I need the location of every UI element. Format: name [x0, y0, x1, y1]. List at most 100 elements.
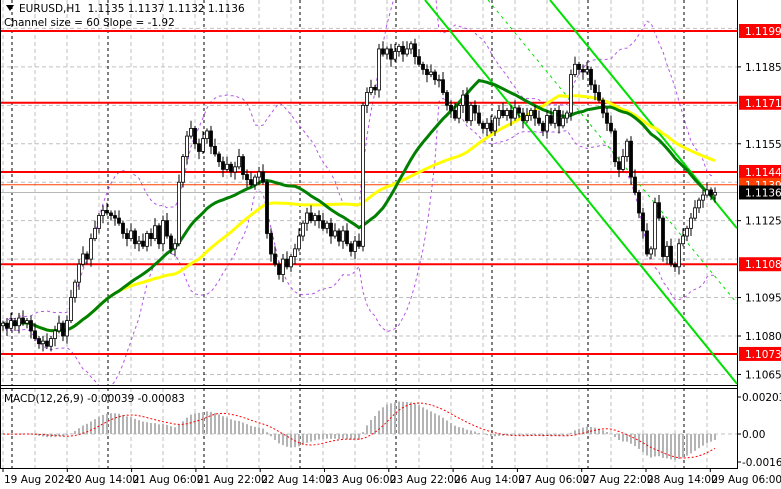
bear-candle-body	[421, 63, 425, 70]
macd-histogram-bar	[570, 432, 572, 434]
macd-histogram-bar	[362, 432, 364, 434]
bull-candle-body	[77, 263, 81, 283]
macd-histogram-bar	[66, 434, 68, 436]
candle	[569, 69, 573, 121]
macd-histogram-bar	[606, 432, 608, 434]
triangle-down-icon[interactable]	[6, 5, 14, 11]
macd-histogram-bar	[182, 421, 184, 434]
candle	[241, 154, 245, 180]
bull-candle-body	[677, 243, 681, 268]
bull-candle-body	[505, 110, 509, 116]
bull-candle-body	[181, 156, 185, 183]
candle	[497, 105, 501, 126]
bull-candle-body	[281, 258, 285, 275]
bear-candle-body	[285, 258, 289, 268]
bear-candle-body	[29, 320, 33, 332]
macd-histogram-bar	[518, 434, 520, 436]
candle	[141, 233, 145, 249]
bear-candle-body	[329, 222, 333, 237]
macd-histogram-bar	[494, 434, 496, 437]
macd-histogram-bar	[234, 420, 236, 434]
bear-candle-body	[401, 45, 405, 55]
bear-candle-body	[473, 104, 477, 114]
candle	[377, 43, 381, 98]
bear-candle-body	[557, 110, 561, 127]
candle	[653, 197, 657, 257]
candle	[525, 107, 529, 124]
bull-candle-body	[153, 225, 157, 240]
macd-histogram-bar	[426, 409, 428, 434]
bull-candle-body	[585, 69, 589, 73]
bull-candle-body	[569, 74, 573, 114]
bear-candle-body	[13, 320, 17, 327]
macd-histogram-bar	[218, 414, 220, 434]
bear-candle-body	[229, 163, 233, 173]
candle	[645, 223, 649, 257]
bear-candle-body	[593, 84, 597, 93]
candle	[81, 246, 85, 267]
bear-candle-body	[637, 192, 641, 214]
macd-histogram-bar	[310, 434, 312, 442]
candle	[117, 210, 121, 226]
candle	[677, 238, 681, 275]
bull-candle-body	[253, 176, 257, 186]
macd-histogram-bar	[446, 420, 448, 434]
macd-tick-label: -0.00163	[742, 457, 781, 469]
bull-candle-body	[469, 104, 473, 122]
candle	[609, 115, 613, 134]
candle	[693, 200, 697, 221]
macd-histogram-bar	[74, 431, 76, 434]
bear-candle-body	[33, 330, 37, 339]
bear-candle-body	[373, 86, 377, 91]
candle	[149, 228, 153, 247]
macd-histogram-bar	[262, 428, 264, 434]
candle	[625, 138, 629, 162]
macd-histogram-bar	[206, 411, 208, 434]
macd-histogram-bar	[450, 423, 452, 434]
bear-candle-body	[21, 317, 25, 324]
candle	[229, 161, 233, 178]
macd-histogram-bar	[178, 424, 180, 434]
candle	[213, 138, 217, 157]
candle	[305, 207, 309, 231]
candle	[109, 210, 113, 221]
macd-histogram-bar	[110, 413, 112, 434]
candle	[281, 253, 285, 283]
candle	[369, 79, 373, 96]
candle	[293, 243, 297, 265]
bear-candle-body	[465, 94, 469, 122]
macd-histogram-bar	[150, 423, 152, 434]
bear-candle-body	[645, 230, 649, 255]
chart-window[interactable]: 1.1185 1.1155 1.1125 1.1095 1.1080 1.1065 1.11…	[0, 0, 781, 489]
bull-candle-body	[429, 71, 433, 75]
macd-histogram-bar	[434, 413, 436, 434]
bull-candle-body	[681, 235, 685, 245]
bear-candle-body	[537, 117, 541, 124]
macd-histogram-bar	[202, 412, 204, 434]
symbol-row: EURUSD,H1 1.1135 1.1137 1.1132 1.1136	[4, 2, 245, 16]
macd-histogram-bar	[394, 402, 396, 434]
candle	[421, 61, 425, 75]
macd-histogram-bar	[406, 402, 408, 434]
candle	[529, 107, 533, 121]
last-price-label: 1.1136	[745, 187, 781, 199]
candle	[333, 223, 337, 239]
macd-histogram-bar	[254, 426, 256, 434]
price-chart[interactable]: 1.1185 1.1155 1.1125 1.1095 1.1080 1.1065 1.11…	[0, 0, 781, 489]
bull-candle-body	[397, 45, 401, 52]
candle	[97, 212, 101, 234]
macd-histogram-bar	[226, 417, 228, 434]
bull-candle-body	[553, 110, 557, 124]
bear-candle-body	[169, 235, 173, 250]
bear-candle-body	[109, 212, 113, 216]
macd-histogram-bar	[622, 434, 624, 442]
candle	[405, 41, 409, 57]
candle	[549, 107, 553, 126]
bear-candle-body	[217, 153, 221, 163]
bull-candle-body	[89, 238, 93, 260]
candle	[665, 241, 669, 265]
bear-candle-body	[613, 130, 617, 163]
candle	[225, 156, 229, 172]
candle	[365, 87, 369, 114]
candle	[629, 136, 633, 185]
